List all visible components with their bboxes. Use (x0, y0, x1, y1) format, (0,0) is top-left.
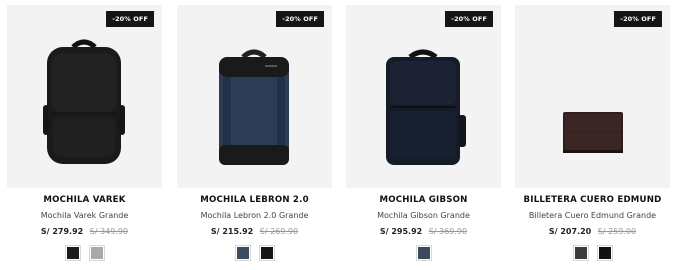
product-image[interactable]: -20% OFF (515, 5, 670, 188)
price-row: S/ 279.92 S/ 349.90 (7, 227, 162, 236)
product-image[interactable]: -20% OFF (177, 5, 332, 188)
dark-navy-backpack-image (386, 49, 466, 165)
product-card[interactable]: -20% OFF BILLETERA CUERO EDMUND Billeter… (515, 5, 670, 270)
color-swatch-black[interactable] (258, 245, 275, 261)
product-image[interactable]: -20% OFF (7, 5, 162, 188)
navy-backpack-image (219, 49, 289, 165)
product-subtitle: Mochila Lebron 2.0 Grande (200, 211, 309, 220)
color-swatch-gray[interactable] (572, 245, 589, 261)
original-price: S/ 269.90 (259, 227, 299, 236)
sale-price: S/ 215.92 (210, 227, 254, 236)
price-row: S/ 295.92 S/ 369.90 (346, 227, 501, 236)
black-backpack-image (43, 39, 125, 164)
product-card[interactable]: -20% OFF MOCHILA LEBRON 2.0 Mochila Lebr… (177, 5, 332, 270)
product-subtitle: Mochila Varek Grande (40, 211, 129, 220)
product-card[interactable]: -20% OFF MOCHILA VAREK Mochila Varek Gra… (7, 5, 162, 270)
price-row: S/ 207.20 S/ 259.00 (515, 227, 670, 236)
color-swatches (7, 245, 162, 261)
brown-wallet-image (563, 112, 623, 153)
original-price: S/ 349.90 (89, 227, 129, 236)
color-swatch-gray[interactable] (88, 245, 105, 261)
color-swatch-navy[interactable] (234, 245, 251, 261)
color-swatch-black[interactable] (64, 245, 81, 261)
color-swatches (346, 245, 501, 261)
product-subtitle: Billetera Cuero Edmund Grande (528, 211, 657, 220)
price-row: S/ 215.92 S/ 269.90 (177, 227, 332, 236)
sale-price: S/ 295.92 (379, 227, 423, 236)
product-subtitle: Mochila Gibson Grande (377, 211, 470, 220)
color-swatch-black[interactable] (596, 245, 613, 261)
original-price: S/ 369.90 (428, 227, 468, 236)
color-swatch-navy[interactable] (415, 245, 432, 261)
product-image[interactable]: -20% OFF (346, 5, 501, 188)
product-name[interactable]: MOCHILA GIBSON (346, 195, 501, 205)
sale-price: S/ 279.92 (40, 227, 84, 236)
product-name[interactable]: MOCHILA LEBRON 2.0 (177, 195, 332, 205)
product-grid: -20% OFF MOCHILA VAREK Mochila Varek Gra… (0, 0, 675, 270)
color-swatches (515, 245, 670, 261)
color-swatches (177, 245, 332, 261)
sale-price: S/ 207.20 (548, 227, 592, 236)
product-name[interactable]: MOCHILA VAREK (7, 195, 162, 205)
product-name[interactable]: BILLETERA CUERO EDMUND (515, 195, 670, 205)
original-price: S/ 259.00 (597, 227, 637, 236)
product-card[interactable]: -20% OFF MOCHILA GIBSON Mochila Gibson G… (346, 5, 501, 270)
